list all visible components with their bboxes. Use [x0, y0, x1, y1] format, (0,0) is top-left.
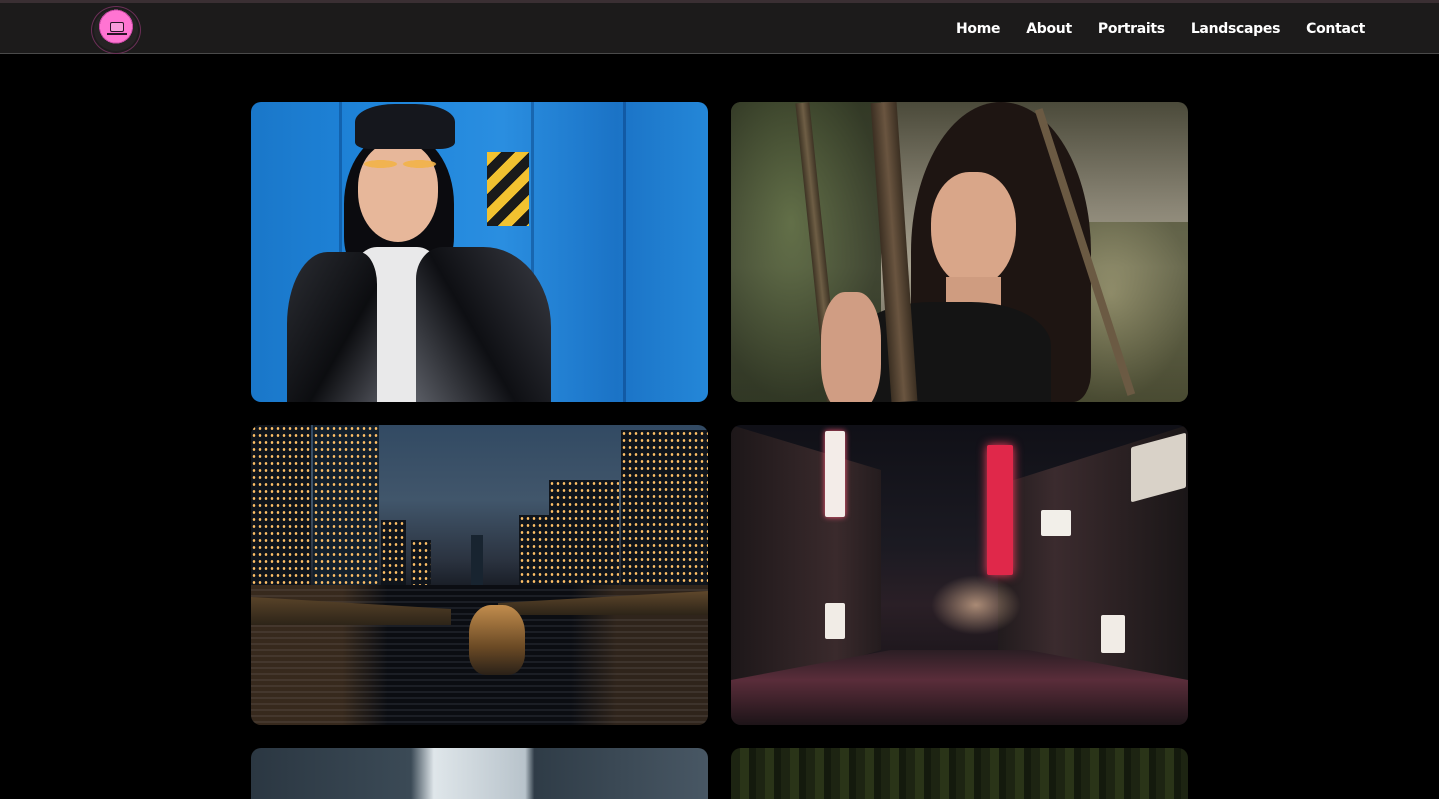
photo-image [251, 425, 708, 725]
site-logo[interactable] [91, 6, 141, 54]
camera-badge-icon [94, 9, 138, 51]
navbar: Home About Portraits Landscapes Contact [0, 3, 1439, 54]
nav-links: Home About Portraits Landscapes Contact [956, 3, 1365, 54]
gallery-photo-skyscrapers[interactable] [251, 748, 708, 799]
gallery-photo-portrait-blue[interactable] [251, 102, 708, 402]
photo-image [251, 102, 708, 402]
gallery-photo-city-river[interactable] [251, 425, 708, 725]
nav-about[interactable]: About [1026, 21, 1072, 37]
gallery-photo-green[interactable] [731, 748, 1188, 799]
photo-image [731, 748, 1188, 799]
photo-gallery [251, 102, 1188, 799]
photo-image [731, 102, 1188, 402]
photo-image [251, 748, 708, 799]
nav-home[interactable]: Home [956, 21, 1001, 37]
gallery-photo-portrait-trees[interactable] [731, 102, 1188, 402]
photo-image [731, 425, 1188, 725]
nav-contact[interactable]: Contact [1306, 21, 1365, 37]
nav-landscapes[interactable]: Landscapes [1191, 21, 1281, 37]
nav-portraits[interactable]: Portraits [1098, 21, 1165, 37]
gallery-photo-neon-alley[interactable] [731, 425, 1188, 725]
